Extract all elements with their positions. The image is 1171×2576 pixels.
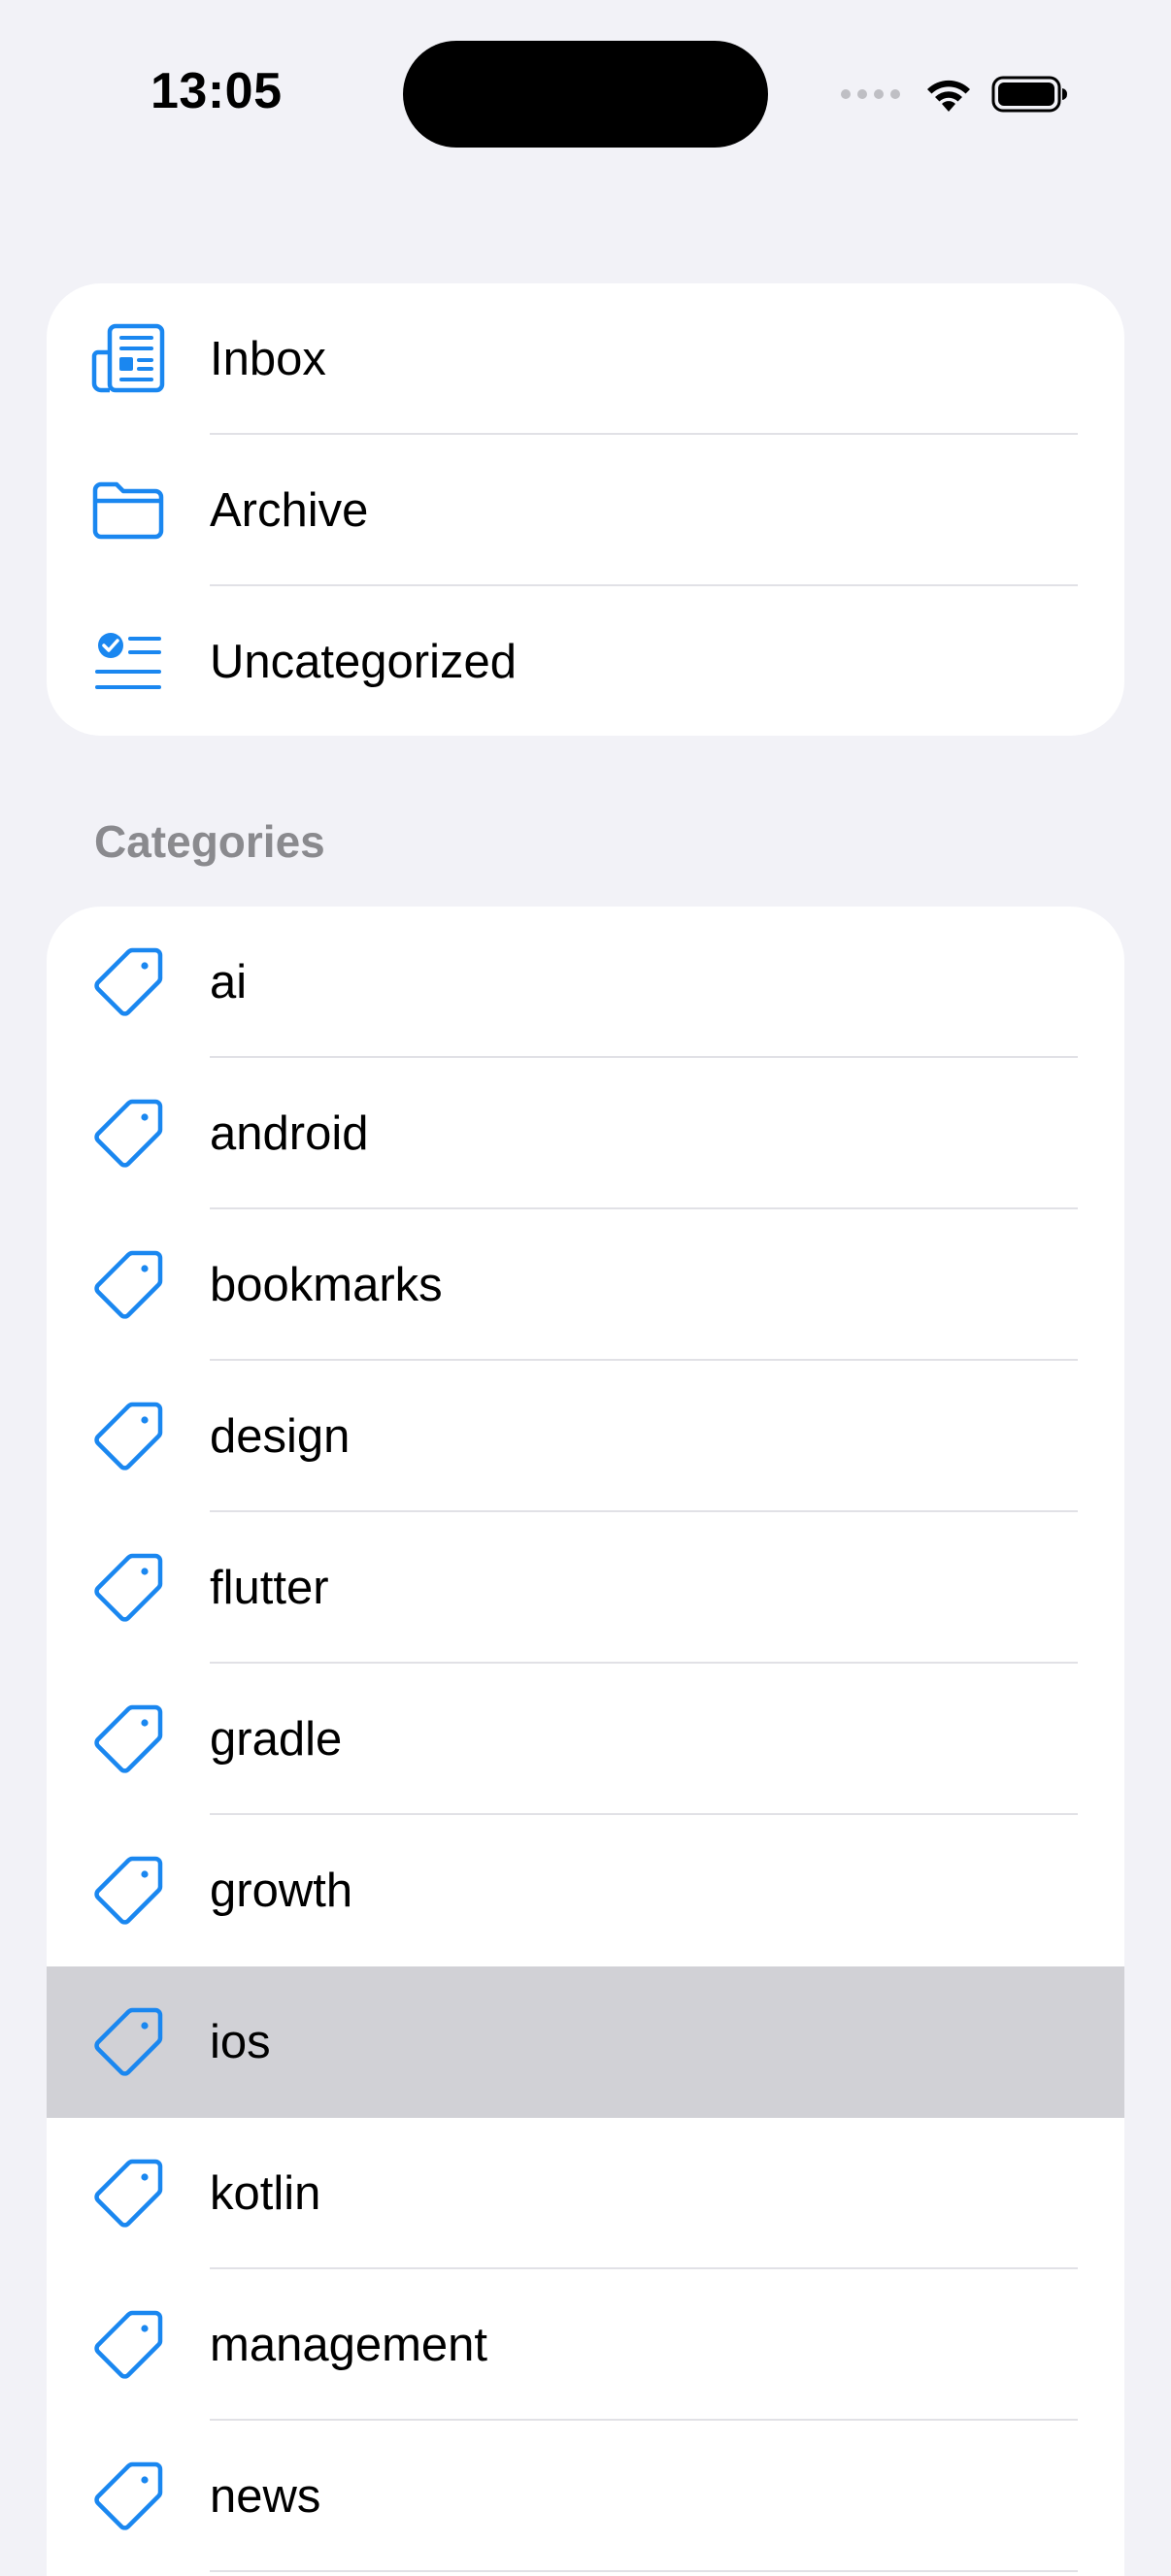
category-item-kotlin[interactable]: kotlin xyxy=(47,2118,1124,2269)
categories-list: ai android bookmarks design flutter grad… xyxy=(47,907,1124,2576)
list-item-label: ai xyxy=(210,956,248,1008)
category-item-bookmarks[interactable]: bookmarks xyxy=(47,1209,1124,1361)
list-item-label: design xyxy=(210,1410,351,1463)
tag-icon xyxy=(89,2003,167,2081)
list-item-label: management xyxy=(210,2319,488,2371)
list-item-label: android xyxy=(210,1107,369,1160)
checklist-icon xyxy=(89,623,167,701)
category-item-ios[interactable]: ios xyxy=(47,1966,1124,2118)
list-item-label: ios xyxy=(210,2016,271,2068)
status-indicators xyxy=(841,70,1069,118)
status-time: 13:05 xyxy=(151,63,283,119)
list-item-label: Inbox xyxy=(210,333,326,385)
tag-icon xyxy=(89,1095,167,1172)
list-item-label: news xyxy=(210,2470,321,2523)
tag-icon xyxy=(89,2458,167,2535)
list-item-inbox[interactable]: Inbox xyxy=(47,283,1124,435)
section-header-categories: Categories xyxy=(94,816,325,867)
newspaper-icon xyxy=(89,320,167,398)
dynamic-island xyxy=(403,41,768,148)
tag-icon xyxy=(89,943,167,1021)
tag-icon xyxy=(89,1852,167,1930)
tag-icon xyxy=(89,1701,167,1778)
category-item-design[interactable]: design xyxy=(47,1361,1124,1512)
list-item-label: bookmarks xyxy=(210,1259,443,1311)
category-item-flutter[interactable]: flutter xyxy=(47,1512,1124,1664)
status-bar: 13:05 xyxy=(0,0,1171,184)
list-item-archive[interactable]: Archive xyxy=(47,435,1124,586)
folder-icon xyxy=(89,472,167,549)
category-item-management[interactable]: management xyxy=(47,2269,1124,2421)
category-item-ai[interactable]: ai xyxy=(47,907,1124,1058)
category-item-gradle[interactable]: gradle xyxy=(47,1664,1124,1815)
tag-icon xyxy=(89,2306,167,2384)
tag-icon xyxy=(89,2155,167,2232)
wifi-icon xyxy=(927,80,970,112)
list-item-label: Archive xyxy=(210,484,369,537)
list-item-label: kotlin xyxy=(210,2167,321,2220)
battery-icon xyxy=(991,76,1067,113)
category-item-android[interactable]: android xyxy=(47,1058,1124,1209)
divider xyxy=(210,2570,1078,2572)
list-item-label: growth xyxy=(210,1865,353,1917)
list-item-uncategorized[interactable]: Uncategorized xyxy=(47,586,1124,736)
category-item-news[interactable]: news xyxy=(47,2421,1124,2572)
mailbox-list: Inbox Archive Uncategorized xyxy=(47,283,1124,736)
tag-icon xyxy=(89,1549,167,1627)
list-item-label: gradle xyxy=(210,1713,343,1766)
list-item-label: Uncategorized xyxy=(210,636,517,688)
tag-icon xyxy=(89,1246,167,1324)
tag-icon xyxy=(89,1398,167,1475)
category-item-growth[interactable]: growth xyxy=(47,1815,1124,1966)
cellular-signal-icon xyxy=(841,89,900,99)
list-item-label: flutter xyxy=(210,1562,329,1614)
